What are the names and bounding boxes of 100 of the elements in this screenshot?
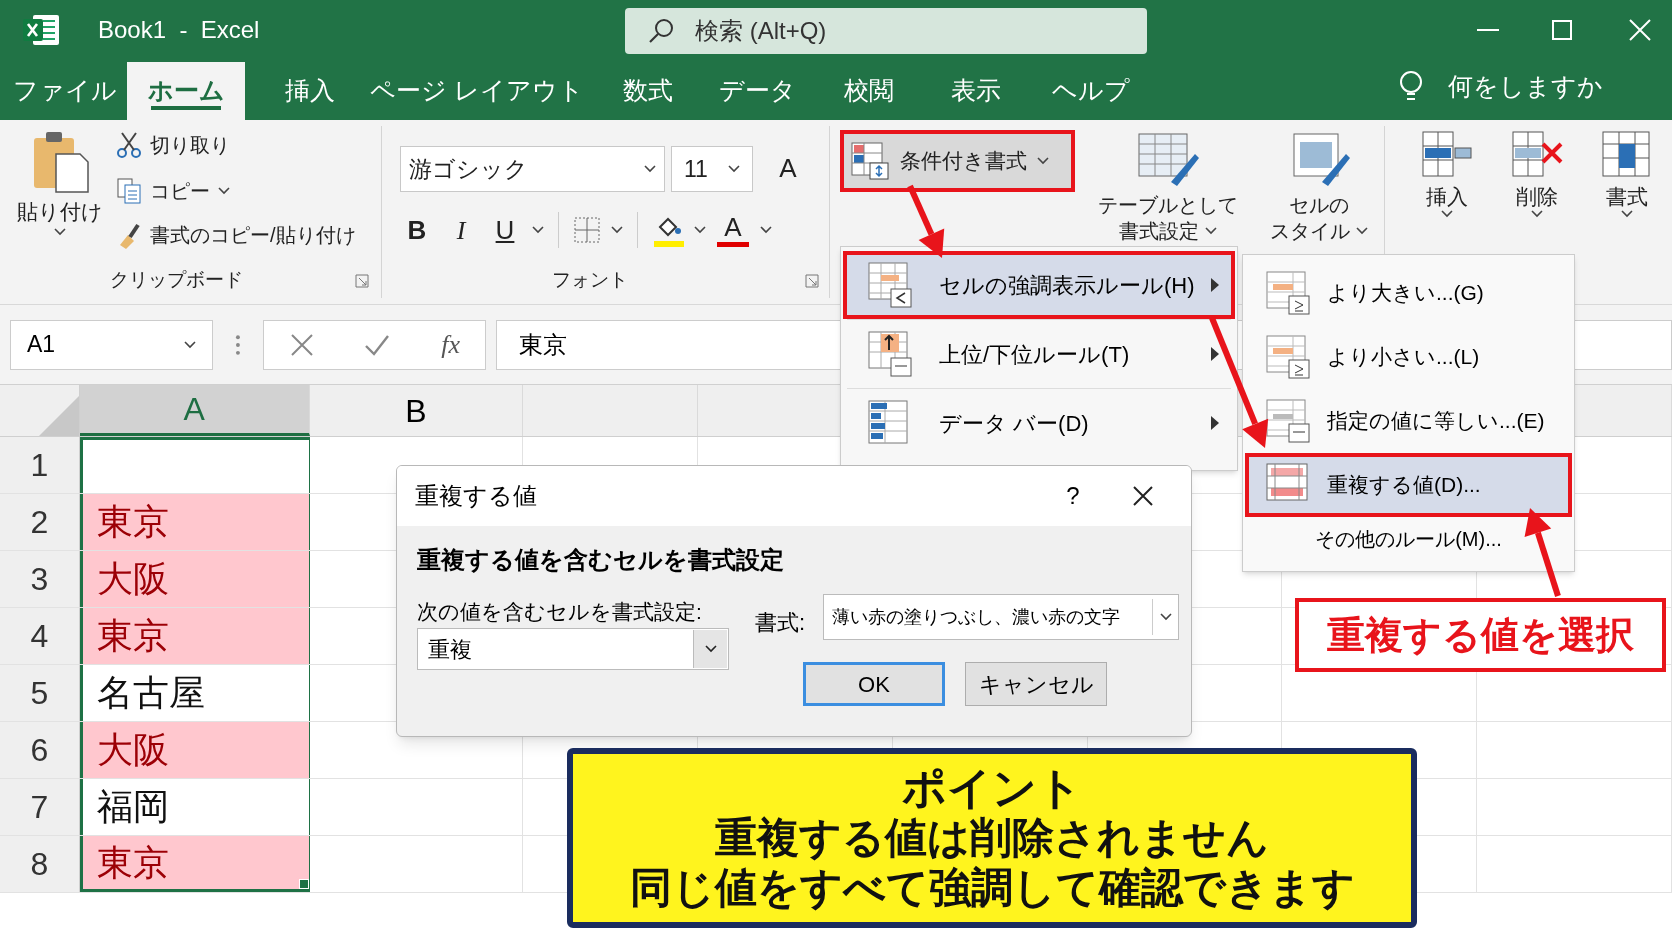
enter-button[interactable] <box>364 333 391 356</box>
paste-button[interactable]: 貼り付け <box>8 130 112 250</box>
cell-styles-button[interactable]: セルの スタイル <box>1270 132 1368 244</box>
font-size-dropdown[interactable]: 11 <box>671 146 753 192</box>
table-cell[interactable]: 大阪 <box>79 722 310 778</box>
ribbon-tab[interactable]: ホーム <box>127 62 245 120</box>
caret-icon <box>1441 210 1453 218</box>
ribbon-tab[interactable]: ページ レイアウト <box>357 62 597 120</box>
column-header[interactable]: B <box>309 385 523 436</box>
caret-icon <box>694 226 706 234</box>
excel-logo-icon <box>21 12 61 48</box>
row-header[interactable]: 8 <box>0 836 80 892</box>
help-button[interactable]: ? <box>1043 478 1103 514</box>
italic-button[interactable]: I <box>444 210 478 250</box>
fill-handle[interactable] <box>298 879 309 889</box>
menu-item[interactable]: その他のルール(M)... <box>1245 517 1572 561</box>
ribbon-tab[interactable]: 表示 <box>922 62 1029 120</box>
insert-function-button[interactable]: fx <box>441 325 460 364</box>
minimize-icon <box>1477 28 1499 32</box>
check-icon <box>364 333 391 356</box>
scissors-icon <box>116 131 142 159</box>
row-header[interactable]: 6 <box>0 722 80 778</box>
borders-icon <box>573 216 601 244</box>
caret-icon <box>1621 210 1633 218</box>
underline-button[interactable]: U <box>488 210 522 250</box>
close-icon <box>1133 486 1153 506</box>
ribbon-tab[interactable]: ヘルプ <box>1029 62 1152 120</box>
delete-row-icon <box>1511 130 1563 178</box>
caret-icon <box>1159 613 1172 621</box>
dialog-heading: 重複する値を含むセルを書式設定 <box>417 545 784 575</box>
group-label: フォント <box>552 268 628 292</box>
format-painter-button[interactable]: 書式のコピー/貼り付け <box>116 220 356 250</box>
caret-icon <box>218 187 230 195</box>
caret-icon <box>184 340 197 349</box>
submenu-arrow-icon <box>1211 278 1219 292</box>
column-header[interactable]: A <box>79 385 310 436</box>
increase-font-size-button[interactable]: A <box>773 148 803 188</box>
conditional-formatting-button[interactable]: 条件付き書式 <box>840 130 1075 192</box>
grid-format-icon <box>1601 130 1653 178</box>
caret-icon <box>1356 227 1368 235</box>
format-dropdown[interactable]: 薄い赤の塗りつぶし、濃い赤の文字 <box>823 594 1179 640</box>
grid-rule-icon <box>1265 334 1311 380</box>
bold-button[interactable]: B <box>400 210 434 250</box>
insert-cells-button[interactable]: 挿入 <box>1417 130 1477 218</box>
maximize-icon <box>1552 20 1572 40</box>
caret-icon <box>1531 210 1543 218</box>
grid-rule-icon <box>867 261 913 309</box>
font-name-dropdown[interactable]: 游ゴシック <box>400 146 665 192</box>
note-text: 同じ値をすべて強調して確認できます <box>629 863 1355 913</box>
condition-dropdown[interactable]: 重複 <box>417 628 729 670</box>
menu-item[interactable]: 指定の値に等しい...(E) <box>1245 389 1572 453</box>
caret-icon <box>644 165 656 173</box>
search-box[interactable]: 検索 (Alt+Q) <box>625 8 1147 54</box>
delete-cells-button[interactable]: 削除 <box>1507 130 1567 218</box>
table-cell[interactable]: 東京 <box>79 494 310 550</box>
ribbon-tab[interactable]: データ <box>699 62 815 120</box>
copy-icon <box>116 177 142 205</box>
name-box[interactable]: A1 <box>10 319 214 370</box>
submenu-arrow-icon <box>1211 347 1219 361</box>
copy-button[interactable]: コピー <box>116 176 230 206</box>
cancel-icon <box>289 332 314 357</box>
caret-icon <box>1205 227 1217 235</box>
grid-rule-icon <box>1265 398 1311 444</box>
row-header[interactable]: 4 <box>0 608 80 664</box>
format-cells-button[interactable]: 書式 <box>1597 130 1657 218</box>
cancel-button[interactable] <box>289 332 314 357</box>
tell-me-search[interactable]: 何をしますか <box>1448 68 1603 106</box>
ok-button[interactable]: OK <box>803 662 945 706</box>
table-cell[interactable]: 大阪 <box>79 551 310 607</box>
ribbon-tab[interactable]: 数式 <box>597 62 699 120</box>
menu-item[interactable]: セルの強調表示ルール(H) <box>843 251 1235 319</box>
ribbon-tab[interactable]: ファイル <box>2 62 127 120</box>
row-header[interactable]: 3 <box>0 551 80 607</box>
ribbon-tab[interactable]: 挿入 <box>262 62 357 120</box>
table-brush-icon <box>1137 132 1199 188</box>
menu-item[interactable]: 上位/下位ルール(T) <box>843 320 1235 388</box>
table-cell[interactable]: 東京 <box>79 836 310 892</box>
row-header[interactable]: 1 <box>0 437 80 493</box>
window-title: Book1 - Excel <box>98 15 260 45</box>
menu-item[interactable]: より大きい...(G) <box>1245 261 1572 325</box>
dialog-title: 重複する値 <box>415 481 538 511</box>
row-header[interactable]: 7 <box>0 779 80 835</box>
caret-icon <box>611 226 623 234</box>
caret-icon <box>1037 157 1049 165</box>
font-color-button[interactable]: A <box>716 210 750 250</box>
caret-icon <box>54 227 66 236</box>
field-label: 次の値を含むセルを書式設定: <box>417 599 702 625</box>
row-header[interactable]: 5 <box>0 665 80 721</box>
table-cell[interactable]: 東京 <box>79 608 310 664</box>
format-as-table-button[interactable]: テーブルとして 書式設定 <box>1098 132 1238 244</box>
cancel-button[interactable]: キャンセル <box>965 662 1107 706</box>
menu-item[interactable]: 重複する値(D)... <box>1245 453 1572 517</box>
cut-button[interactable]: 切り取り <box>116 130 230 160</box>
callout-label: 重複する値を選択 <box>1295 598 1666 672</box>
row-header[interactable]: 2 <box>0 494 80 550</box>
menu-item[interactable]: データ バー(D) <box>843 389 1235 457</box>
group-label: クリップボード <box>110 268 243 292</box>
note-text: 重複する値は削除されません <box>715 813 1269 863</box>
menu-item[interactable]: より小さい...(L) <box>1245 325 1572 389</box>
ribbon-tab[interactable]: 校閲 <box>815 62 922 120</box>
